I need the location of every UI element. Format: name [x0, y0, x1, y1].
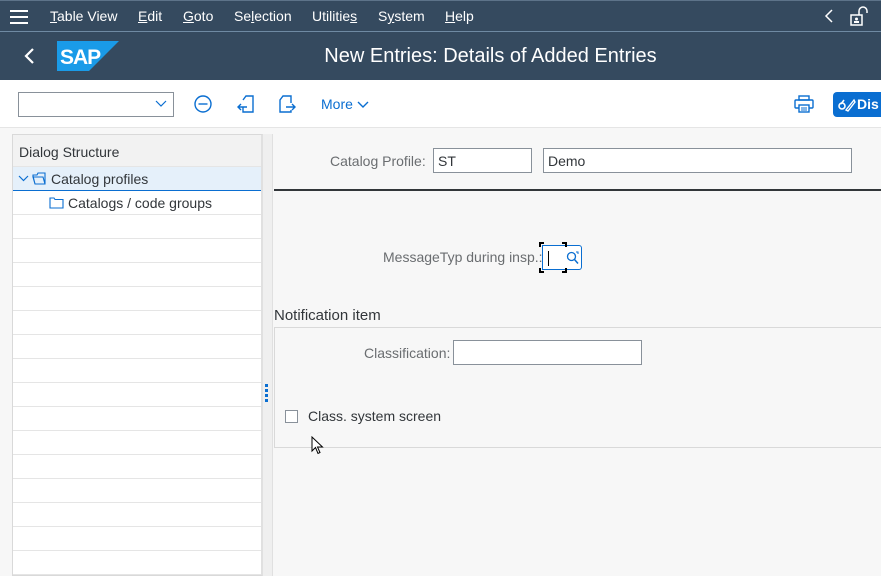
tree-item-catalogs-code-groups[interactable]: Catalogs / code groups: [13, 191, 261, 215]
print-icon[interactable]: [794, 95, 814, 113]
tree-item-label: Catalogs / code groups: [68, 195, 212, 211]
mouse-cursor-icon: [311, 436, 324, 455]
empty-row: [13, 431, 261, 455]
empty-row: [13, 287, 261, 311]
tree-item-catalog-profiles[interactable]: Catalog profiles: [13, 167, 261, 191]
classification-label: Classification:: [364, 345, 451, 361]
collapse-chevron-icon[interactable]: [822, 7, 836, 25]
message-type-label: MessageTyp during insp.:: [383, 249, 543, 265]
search-icon: [566, 251, 579, 264]
header-separator: [274, 189, 881, 191]
catalog-profile-code-field[interactable]: ST: [433, 148, 532, 173]
notification-item-group-title: Notification item: [274, 307, 381, 324]
empty-row: [13, 407, 261, 431]
page-title: New Entries: Details of Added Entries: [324, 45, 657, 67]
menu-edit[interactable]: Edit: [138, 8, 162, 24]
menu-system[interactable]: System: [378, 8, 425, 24]
dialog-structure-panel: Dialog Structure Catalog profiles Catalo…: [12, 134, 263, 576]
empty-row: [13, 215, 261, 239]
title-bar: SAP New Entries: Details of Added Entrie…: [0, 32, 881, 80]
menu-utilities[interactable]: Utilities: [312, 8, 357, 24]
class-system-screen-checkbox[interactable]: [285, 410, 298, 423]
command-field[interactable]: [18, 92, 174, 117]
unlock-icon[interactable]: [850, 6, 868, 26]
catalog-profile-description-field[interactable]: Demo: [543, 148, 852, 173]
toolbar: More Dis: [0, 80, 881, 128]
focus-corner: [562, 242, 567, 247]
empty-row: [13, 479, 261, 503]
empty-row: [13, 311, 261, 335]
menu-goto[interactable]: Goto: [183, 8, 213, 24]
previous-entry-icon[interactable]: [236, 94, 256, 114]
folder-icon: [49, 197, 64, 209]
command-input[interactable]: [19, 93, 149, 116]
empty-row: [13, 383, 261, 407]
menu-icon[interactable]: [10, 10, 28, 24]
cancel-icon[interactable]: [193, 94, 213, 114]
dialog-structure-header: Dialog Structure: [13, 135, 261, 167]
chevron-down-icon: [357, 101, 369, 109]
empty-row: [13, 551, 261, 575]
menu-selection[interactable]: Selection: [234, 8, 292, 24]
menu-table-view[interactable]: Table View: [50, 8, 117, 24]
value-help-button[interactable]: [563, 245, 582, 270]
empty-row: [13, 455, 261, 479]
panel-splitter[interactable]: [263, 134, 273, 576]
empty-row: [13, 359, 261, 383]
focus-corner: [539, 242, 544, 247]
menu-help[interactable]: Help: [445, 8, 474, 24]
empty-row: [13, 503, 261, 527]
focus-corner: [562, 268, 567, 273]
empty-row: [13, 263, 261, 287]
folder-open-icon: [32, 172, 46, 185]
class-system-screen-label[interactable]: Class. system screen: [308, 408, 441, 424]
empty-row: [13, 239, 261, 263]
display-change-icon: [838, 98, 856, 112]
tree-item-label: Catalog profiles: [51, 171, 149, 187]
expand-chevron-icon[interactable]: [18, 175, 29, 182]
empty-row: [13, 335, 261, 359]
focus-corner: [539, 268, 544, 273]
classification-field[interactable]: [453, 340, 642, 365]
display-change-button[interactable]: Dis: [833, 92, 881, 117]
drag-handle-icon[interactable]: [265, 384, 268, 404]
empty-row: [13, 527, 261, 551]
more-button[interactable]: More: [321, 96, 369, 112]
catalog-profile-label: Catalog Profile:: [330, 153, 426, 169]
menu-bar: Table View Edit Goto Selection Utilities…: [0, 0, 881, 32]
message-type-input[interactable]: [542, 245, 564, 270]
chevron-down-icon[interactable]: [155, 100, 167, 108]
message-type-field[interactable]: [539, 242, 582, 273]
next-entry-icon[interactable]: [277, 94, 297, 114]
